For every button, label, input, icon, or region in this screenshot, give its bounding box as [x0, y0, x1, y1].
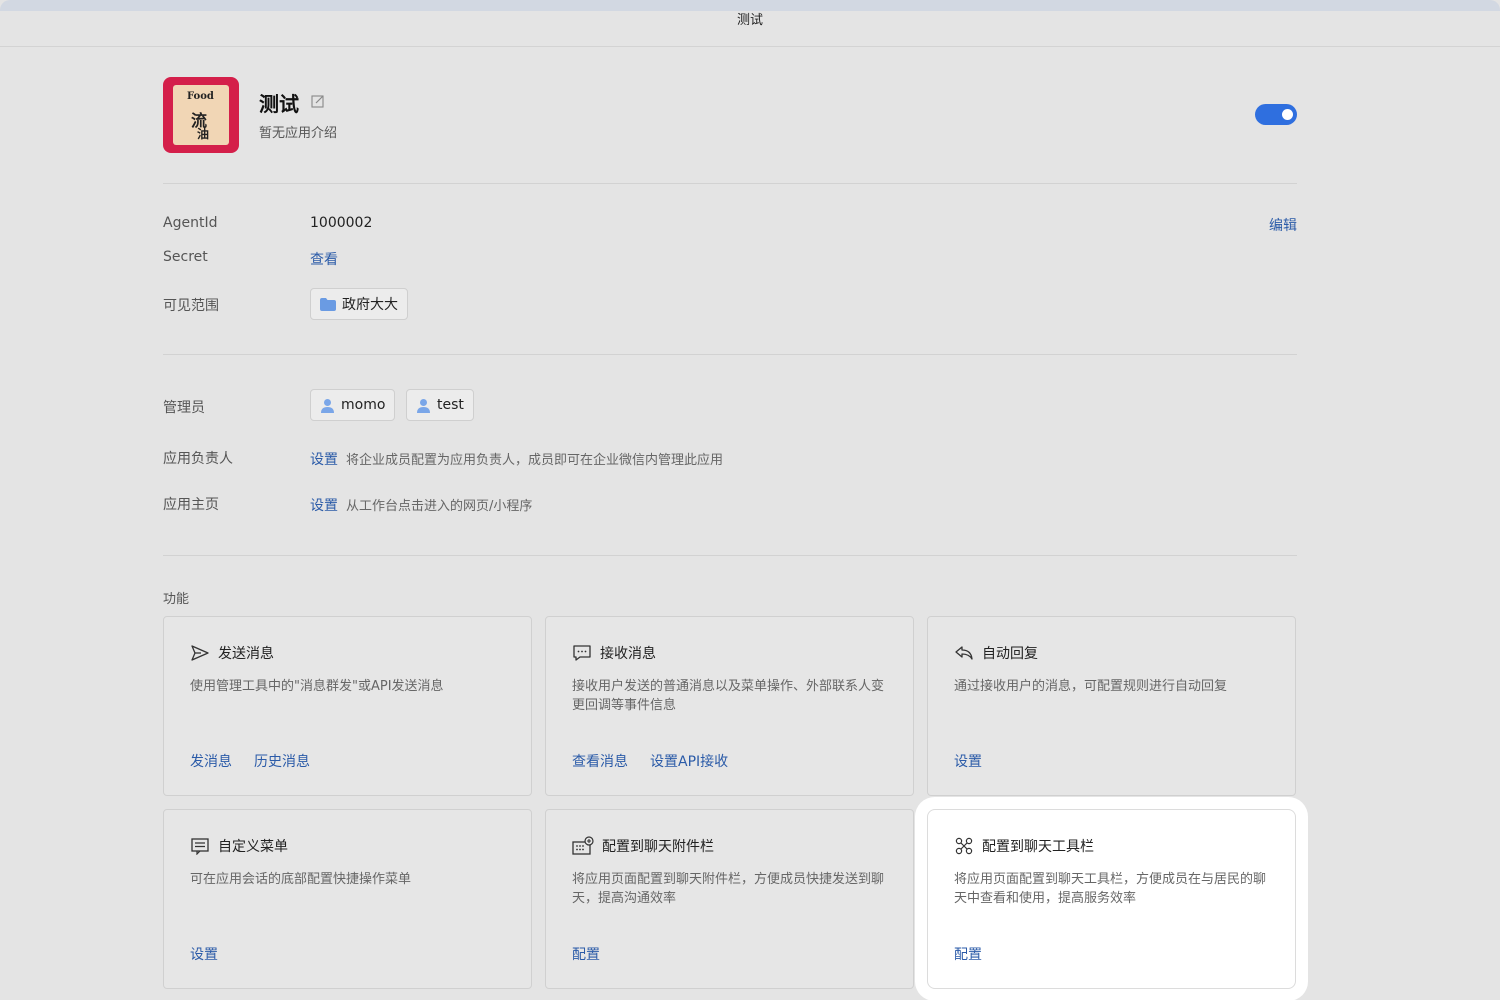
- app-owner-set-link[interactable]: 设置: [310, 452, 338, 468]
- card-description: 通过接收用户的消息，可配置规则进行自动回复: [954, 679, 1228, 694]
- keyboard-plus-icon: [572, 836, 594, 855]
- card-title: 接收消息: [600, 646, 656, 662]
- attachment-bar-config-link[interactable]: 配置: [572, 944, 600, 964]
- card-description: 接收用户发送的普通消息以及菜单操作、外部联系人变更回调等事件信息: [572, 679, 885, 713]
- edit-icon[interactable]: [311, 94, 325, 108]
- card-header: 配置到聊天工具栏: [954, 836, 1094, 856]
- admin-name: test: [437, 397, 464, 413]
- window-titlebar: 测试: [0, 11, 1500, 47]
- user-icon: [321, 398, 334, 413]
- card-actions: 配置: [954, 944, 982, 964]
- custom-menu-set-link[interactable]: 设置: [190, 944, 218, 964]
- folder-icon: [320, 297, 336, 311]
- toggle-knob: [1282, 109, 1293, 120]
- user-icon: [417, 398, 430, 413]
- visible-range-chip[interactable]: 政府大大: [310, 288, 408, 320]
- card-actions: 设置: [190, 944, 218, 964]
- send-message-link[interactable]: 发消息: [190, 751, 232, 771]
- features-section-title: 功能: [163, 592, 190, 607]
- admin-chip[interactable]: test: [406, 389, 474, 421]
- card-title: 发送消息: [218, 646, 274, 662]
- secret-label: Secret: [163, 249, 208, 265]
- divider: [163, 354, 1297, 355]
- visible-range-label: 可见范围: [163, 298, 219, 314]
- app-homepage-hint: 从工作台点击进入的网页/小程序: [346, 499, 533, 514]
- card-header: 自动回复: [954, 643, 1038, 663]
- card-description: 将应用页面配置到聊天附件栏，方便成员快捷发送到聊天，提高沟通效率: [572, 872, 885, 906]
- card-actions: 配置: [572, 944, 600, 964]
- window-top-strip: [0, 0, 1500, 11]
- agentid-label: AgentId: [163, 215, 218, 231]
- app-logo: Food 流 油: [163, 77, 239, 153]
- window-title: 测试: [736, 13, 763, 28]
- card-actions: 查看消息 设置API接收: [572, 751, 728, 771]
- feature-card-custom-menu: 自定义菜单 可在应用会话的底部配置快捷操作菜单 设置: [163, 809, 532, 989]
- feature-card-receive-message: 接收消息 接收用户发送的普通消息以及菜单操作、外部联系人变更回调等事件信息 查看…: [545, 616, 914, 796]
- admin-name: momo: [341, 397, 386, 413]
- visible-range-name: 政府大大: [342, 297, 398, 313]
- app-owner-label: 应用负责人: [163, 451, 233, 467]
- card-header: 配置到聊天附件栏: [572, 836, 714, 856]
- card-description: 使用管理工具中的"消息群发"或API发送消息: [190, 679, 444, 694]
- app-homepage-set-link[interactable]: 设置: [310, 498, 338, 514]
- menu-icon: [191, 838, 209, 855]
- admin-label: 管理员: [163, 400, 205, 416]
- secret-view-link[interactable]: 查看: [310, 249, 338, 269]
- app-homepage-row: 设置 从工作台点击进入的网页/小程序: [310, 495, 532, 515]
- card-title: 配置到聊天工具栏: [982, 839, 1094, 855]
- feature-card-chat-toolbar: 配置到聊天工具栏 将应用页面配置到聊天工具栏，方便成员在与居民的聊天中查看和使用…: [927, 809, 1296, 989]
- card-header: 发送消息: [190, 643, 274, 663]
- divider: [163, 183, 1297, 184]
- toolbar-icon: [955, 837, 973, 855]
- app-enable-toggle[interactable]: [1255, 104, 1297, 125]
- card-header: 接收消息: [572, 643, 656, 663]
- card-actions: 发消息 历史消息: [190, 751, 310, 771]
- feature-card-chat-attachment-bar: 配置到聊天附件栏 将应用页面配置到聊天附件栏，方便成员快捷发送到聊天，提高沟通效…: [545, 809, 914, 989]
- app-logo-text: Food: [187, 91, 214, 102]
- reply-icon: [955, 646, 973, 660]
- feature-card-send-message: 发送消息 使用管理工具中的"消息群发"或API发送消息 发消息 历史消息: [163, 616, 532, 796]
- agentid-value: 1000002: [310, 215, 373, 231]
- edit-button[interactable]: 编辑: [1269, 215, 1297, 235]
- card-title: 配置到聊天附件栏: [602, 839, 714, 855]
- auto-reply-set-link[interactable]: 设置: [954, 751, 982, 771]
- chat-toolbar-config-link[interactable]: 配置: [954, 944, 982, 964]
- card-header: 自定义菜单: [190, 836, 288, 856]
- card-description: 将应用页面配置到聊天工具栏，方便成员在与居民的聊天中查看和使用，提高服务效率: [954, 872, 1267, 906]
- view-messages-link[interactable]: 查看消息: [572, 751, 628, 771]
- card-actions: 设置: [954, 751, 982, 771]
- card-description: 可在应用会话的底部配置快捷操作菜单: [190, 872, 412, 887]
- feature-card-auto-reply: 自动回复 通过接收用户的消息，可配置规则进行自动回复 设置: [927, 616, 1296, 796]
- app-name: 测试: [259, 92, 299, 116]
- app-owner-hint: 将企业成员配置为应用负责人，成员即可在企业微信内管理此应用: [346, 453, 724, 468]
- app-owner-row: 设置 将企业成员配置为应用负责人，成员即可在企业微信内管理此应用: [310, 449, 723, 469]
- chat-bubble-icon: [573, 645, 591, 661]
- app-logo-text: 油: [197, 127, 210, 141]
- card-title: 自定义菜单: [218, 839, 288, 855]
- card-title: 自动回复: [982, 646, 1038, 662]
- divider: [163, 555, 1297, 556]
- set-api-receive-link[interactable]: 设置API接收: [650, 751, 728, 771]
- history-message-link[interactable]: 历史消息: [254, 751, 310, 771]
- app-description: 暂无应用介绍: [259, 126, 338, 141]
- app-homepage-label: 应用主页: [163, 497, 219, 513]
- admin-chip[interactable]: momo: [310, 389, 396, 421]
- send-icon: [191, 645, 209, 661]
